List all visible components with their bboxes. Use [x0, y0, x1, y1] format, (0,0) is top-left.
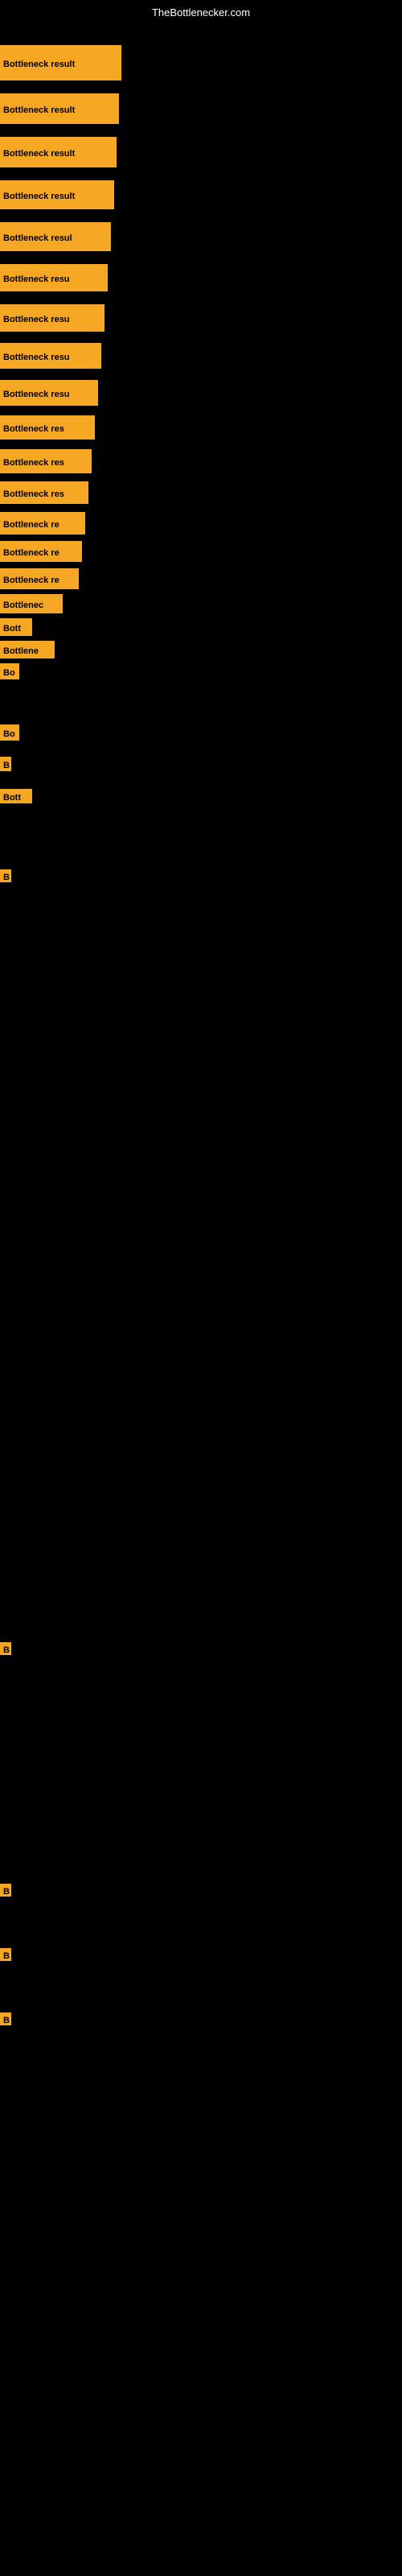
bottleneck-label-37: B: [0, 1884, 11, 1897]
bottleneck-label-18: Bottlene: [0, 641, 55, 658]
bottleneck-label-11: Bottleneck res: [0, 449, 92, 473]
bottleneck-label-19: Bo: [0, 663, 19, 679]
bottleneck-label-38: B: [0, 1948, 11, 1961]
bottleneck-label-2: Bottleneck result: [0, 93, 119, 124]
bottleneck-label-9: Bottleneck resu: [0, 380, 98, 406]
bottleneck-label-15: Bottleneck re: [0, 568, 79, 589]
bottleneck-label-13: Bottleneck re: [0, 512, 85, 535]
bottleneck-label-22: B: [0, 757, 11, 771]
bottleneck-label-14: Bottleneck re: [0, 541, 82, 562]
bottleneck-label-12: Bottleneck res: [0, 481, 88, 504]
bottleneck-label-25: B: [0, 869, 11, 882]
bottleneck-label-23: Bott: [0, 789, 32, 803]
bottleneck-label-16: Bottlenec: [0, 594, 63, 613]
bottleneck-label-10: Bottleneck res: [0, 415, 95, 440]
bottleneck-label-17: Bott: [0, 618, 32, 636]
bottleneck-label-1: Bottleneck result: [0, 45, 121, 80]
bottleneck-label-8: Bottleneck resu: [0, 343, 101, 369]
bottleneck-label-6: Bottleneck resu: [0, 264, 108, 291]
bottleneck-label-3: Bottleneck result: [0, 137, 117, 167]
bottleneck-label-39: B: [0, 2013, 11, 2025]
bottleneck-label-21: Bo: [0, 724, 19, 741]
bottleneck-label-34: B: [0, 1642, 11, 1655]
bottleneck-label-4: Bottleneck result: [0, 180, 114, 209]
site-title: TheBottlenecker.com: [0, 6, 402, 19]
bottleneck-label-7: Bottleneck resu: [0, 304, 105, 332]
bottleneck-label-5: Bottleneck resul: [0, 222, 111, 251]
